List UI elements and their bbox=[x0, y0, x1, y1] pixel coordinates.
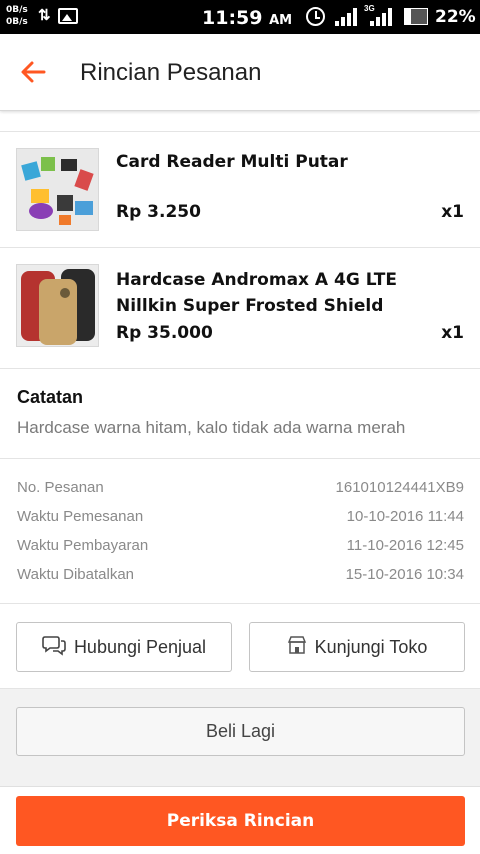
divider bbox=[0, 247, 480, 248]
data-transfer-icon: ⇅ bbox=[38, 7, 51, 24]
product-price: Rp 3.250 bbox=[116, 202, 201, 222]
app-header: Rincian Pesanan bbox=[0, 34, 480, 111]
product-quantity: x1 bbox=[441, 202, 464, 222]
buy-again-button[interactable]: Beli Lagi bbox=[16, 707, 465, 756]
cancel-time-label: Waktu Dibatalkan bbox=[17, 566, 134, 583]
product-image bbox=[16, 264, 99, 347]
chat-icon bbox=[42, 634, 66, 661]
check-details-button[interactable]: Periksa Rincian bbox=[16, 796, 465, 846]
order-time-value: 10-10-2016 11:44 bbox=[346, 508, 464, 525]
visit-shop-button[interactable]: Kunjungi Toko bbox=[249, 622, 465, 672]
divider bbox=[0, 131, 480, 132]
signal-icon-secondary bbox=[370, 8, 392, 26]
arrow-left-icon bbox=[21, 61, 46, 83]
image-icon bbox=[58, 8, 78, 24]
network-speed: 0B/s 0B/s bbox=[6, 5, 28, 27]
battery-icon bbox=[404, 8, 428, 25]
clock: 11:59 AM bbox=[202, 7, 293, 29]
product-name: Hardcase Andromax A 4G LTE Nillkin Super… bbox=[116, 270, 397, 316]
product-price: Rp 35.000 bbox=[116, 323, 213, 343]
contact-seller-button[interactable]: Hubungi Penjual bbox=[16, 622, 232, 672]
note-title: Catatan bbox=[17, 387, 84, 407]
order-number-value: 161010124441XB9 bbox=[335, 479, 464, 496]
page-title: Rincian Pesanan bbox=[80, 59, 262, 86]
divider bbox=[0, 603, 480, 604]
note-text: Hardcase warna hitam, kalo tidak ada war… bbox=[17, 418, 406, 437]
product-image bbox=[16, 148, 99, 231]
alarm-icon bbox=[306, 7, 325, 26]
order-number-label: No. Pesanan bbox=[17, 479, 104, 496]
product-quantity: x1 bbox=[441, 323, 464, 343]
status-bar: 0B/s 0B/s ⇅ 11:59 AM 3G 22% bbox=[0, 0, 480, 34]
signal-icon bbox=[335, 8, 359, 26]
back-button[interactable] bbox=[18, 56, 50, 88]
payment-time-value: 11-10-2016 12:45 bbox=[346, 537, 464, 554]
order-time-label: Waktu Pemesanan bbox=[17, 508, 144, 525]
cancel-time-value: 15-10-2016 10:34 bbox=[345, 566, 464, 583]
store-icon bbox=[287, 635, 307, 660]
payment-time-label: Waktu Pembayaran bbox=[17, 537, 149, 554]
battery-percent: 22% bbox=[435, 7, 476, 27]
product-name: Card Reader Multi Putar bbox=[116, 152, 348, 172]
divider bbox=[0, 368, 480, 369]
divider bbox=[0, 458, 480, 459]
